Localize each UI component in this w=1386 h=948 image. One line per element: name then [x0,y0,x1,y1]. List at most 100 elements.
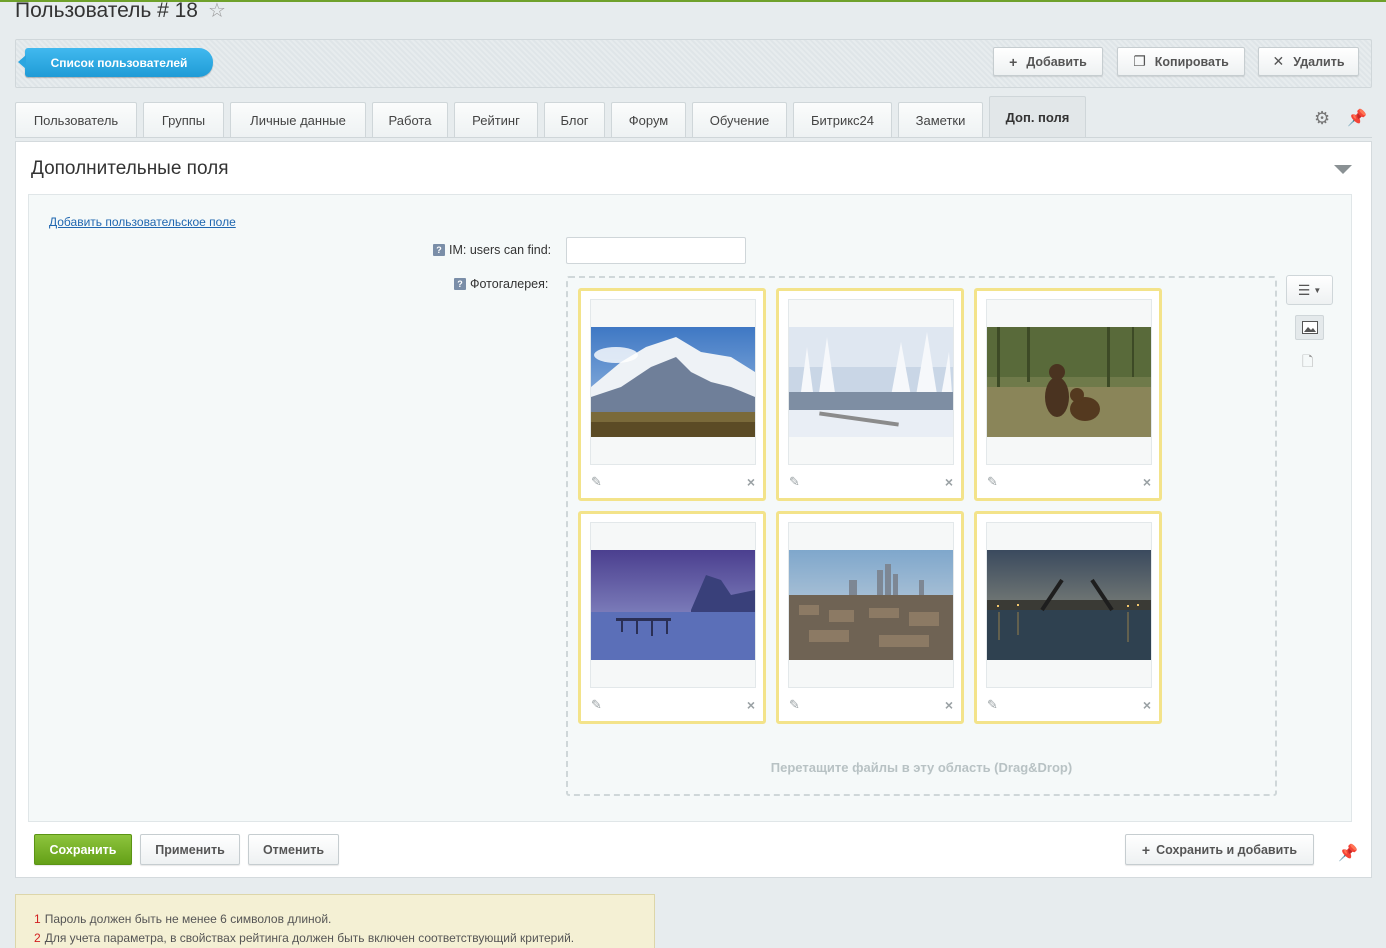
photo-frame [788,522,954,688]
tab-label: Битрикс24 [810,112,875,128]
remove-icon[interactable]: × [1143,697,1151,713]
user-list-button[interactable]: Список пользователей [18,48,213,77]
add-user-field-link[interactable]: Добавить пользовательское поле [49,215,236,229]
apply-button[interactable]: Применить [140,834,240,865]
tab-notes[interactable]: Заметки [898,102,983,137]
tab-label: Заметки [915,112,966,128]
photo-card[interactable]: ✎ × [776,511,964,724]
collapse-triangle-icon[interactable] [1334,165,1352,174]
tab-extra-fields[interactable]: Доп. поля [989,96,1086,138]
tab-forum[interactable]: Форум [611,102,686,137]
page-title-text: Пользователь # 18 [15,0,198,22]
pin-icon[interactable]: 📌 [1338,843,1358,863]
save-button-label: Сохранить [49,842,117,857]
main-panel: Дополнительные поля Добавить пользовател… [15,141,1372,878]
close-icon: ✕ [1272,53,1285,69]
delete-button[interactable]: ✕ Удалить [1258,47,1359,76]
image-view-toggle[interactable] [1295,315,1324,340]
note-item: 1 Пароль должен быть не менее 6 символов … [34,910,636,929]
copy-button[interactable]: ❐ Копировать [1117,47,1245,76]
toolbar: Список пользователей + Добавить ❐ Копиро… [15,39,1372,88]
tab-label: Группы [161,112,206,128]
user-list-button-label: Список пользователей [50,55,188,70]
gallery-label-text: Фотогалерея: [470,277,549,291]
tab-label: Обучение [709,112,770,128]
photo-card[interactable]: ✎ × [974,288,1162,501]
tab-label: Доп. поля [1005,110,1070,125]
photo-frame [590,522,756,688]
cancel-button-label: Отменить [262,842,325,857]
edit-pencil-icon[interactable]: ✎ [987,697,998,713]
copy-icon: ❐ [1133,53,1146,69]
tab-learning[interactable]: Обучение [692,102,787,137]
section-title: Дополнительные поля [31,158,229,179]
chevron-down-icon: ▼ [1313,285,1322,295]
tab-work[interactable]: Работа [372,102,448,137]
photo-thumbnail-mountain[interactable] [591,327,755,437]
delete-button-label: Удалить [1293,54,1345,69]
tab-label: Пользователь [33,112,119,128]
tab-personal[interactable]: Личные данные [230,102,366,137]
edit-pencil-icon[interactable]: ✎ [789,697,800,713]
photo-frame [788,299,954,465]
edit-pencil-icon[interactable]: ✎ [789,474,800,490]
plus-icon: + [1009,53,1018,70]
photo-frame [986,299,1152,465]
photo-thumbnail-bears[interactable] [987,327,1151,437]
note-text: Пароль должен быть не менее 6 символов д… [44,912,332,926]
tabs-divider [15,137,1372,138]
remove-icon[interactable]: × [747,474,755,490]
notes-box: 1 Пароль должен быть не менее 6 символов … [15,894,655,948]
photo-dropzone[interactable]: ✎ × ✎ × ✎ × ✎ × ✎ × ✎ × Перетащите файлы… [566,276,1277,796]
view-mode-menu-button[interactable]: ☰ ▼ [1286,275,1333,305]
tab-groups[interactable]: Группы [143,102,224,137]
tab-label: Работа [388,112,432,128]
tab-label: Форум [628,112,669,128]
help-icon[interactable]: ? [433,244,445,256]
save-button[interactable]: Сохранить [34,834,132,865]
im-field-label: ? IM: users can find: [433,243,551,257]
im-users-can-find-input[interactable] [566,237,746,264]
plus-icon: + [1141,841,1151,858]
tab-blog[interactable]: Блог [544,102,605,137]
save-and-add-button[interactable]: + Сохранить и добавить [1125,834,1314,865]
tab-rating[interactable]: Рейтинг [454,102,538,137]
pin-icon[interactable]: 📌 [1347,108,1367,128]
note-text: Для учета параметра, в свойствах рейтинг… [44,931,575,945]
photo-thumbnail-drawbridge[interactable] [987,550,1151,660]
photo-card[interactable]: ✎ × [578,288,766,501]
tab-bitrix24[interactable]: Битрикс24 [793,102,892,137]
photo-thumbnail-winter-forest[interactable] [789,327,953,437]
photo-card[interactable]: ✎ × [974,511,1162,724]
copy-button-label: Копировать [1154,54,1229,69]
photo-frame [590,299,756,465]
photo-thumbnail-sea-cliff[interactable] [591,550,755,660]
fields-area: Добавить пользовательское поле ? IM: use… [28,194,1352,822]
cancel-button[interactable]: Отменить [248,834,339,865]
note-item: 2 Для учета параметра, в свойствах рейтин… [34,929,636,948]
photo-frame [986,522,1152,688]
edit-pencil-icon[interactable]: ✎ [987,474,998,490]
edit-pencil-icon[interactable]: ✎ [591,474,602,490]
help-icon[interactable]: ? [454,278,466,290]
photo-thumbnail-city-skyline[interactable] [789,550,953,660]
tab-label: Рейтинг [472,112,520,128]
note-number: 1 [34,912,41,926]
photo-card[interactable]: ✎ × [578,511,766,724]
im-label-text: IM: users can find: [449,243,552,257]
file-view-toggle-icon[interactable]: 🗋 [1302,351,1313,375]
menu-lines-icon: ☰ [1297,281,1311,298]
photo-card[interactable]: ✎ × [776,288,964,501]
remove-icon[interactable]: × [945,697,953,713]
dropzone-hint: Перетащите файлы в эту область (Drag&Dro… [770,760,1073,775]
edit-pencil-icon[interactable]: ✎ [591,697,602,713]
note-number: 2 [34,931,41,945]
tab-user[interactable]: Пользователь [15,102,137,137]
favorite-star-icon[interactable]: ☆ [208,0,226,23]
remove-icon[interactable]: × [1143,474,1151,490]
tab-label: Блог [560,112,589,128]
gear-icon[interactable]: ⚙ [1314,108,1330,129]
add-button[interactable]: + Добавить [993,47,1103,76]
remove-icon[interactable]: × [747,697,755,713]
remove-icon[interactable]: × [945,474,953,490]
